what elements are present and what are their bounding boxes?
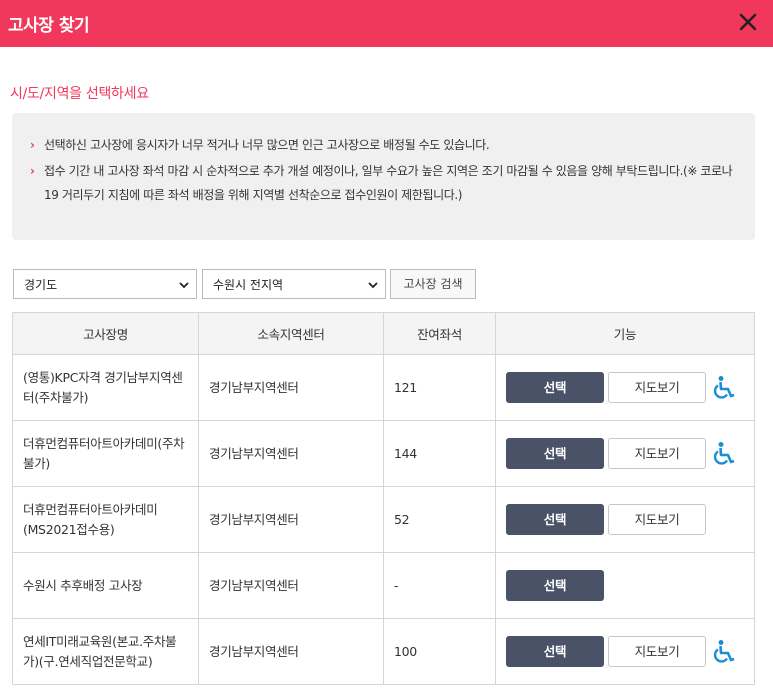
- header-seats: 잔여좌석: [384, 313, 496, 355]
- notice-item: › 접수 기간 내 고사장 좌석 마감 시 순차적으로 추가 개설 예정이나, …: [30, 159, 737, 207]
- select-button[interactable]: 선택: [506, 636, 604, 667]
- notice-text: 선택하신 고사장에 응시자가 너무 적거나 너무 많으면 인근 고사장으로 배정…: [44, 138, 490, 152]
- map-button[interactable]: 지도보기: [608, 438, 706, 469]
- wheelchair-icon: [713, 639, 735, 663]
- wheelchair-icon: [713, 441, 735, 465]
- site-seats: 121: [384, 355, 496, 421]
- site-name: 연세IT미래교육원(본교.주차불가)(구.연세직업전문학교): [13, 619, 199, 685]
- map-button[interactable]: 지도보기: [608, 636, 706, 667]
- site-center: 경기남부지역센터: [199, 619, 384, 685]
- chevron-right-icon: ›: [30, 164, 35, 178]
- map-button[interactable]: 지도보기: [608, 504, 706, 535]
- site-name: 더휴먼컴퓨터아트아카데미(주차불가): [13, 421, 199, 487]
- site-actions: 선택 지도보기: [496, 487, 755, 553]
- site-seats: 144: [384, 421, 496, 487]
- exam-site-table: 고사장명 소속지역센터 잔여좌석 기능 (영통)KPC자격 경기남부지역센터(주…: [12, 312, 755, 685]
- table-header: 고사장명 소속지역센터 잔여좌석 기능: [13, 313, 755, 355]
- select-button[interactable]: 선택: [506, 504, 604, 535]
- table-row: (영통)KPC자격 경기남부지역센터(주차불가) 경기남부지역센터 121 선택…: [13, 355, 755, 421]
- header-actions: 기능: [496, 313, 755, 355]
- site-center: 경기남부지역센터: [199, 553, 384, 619]
- select-button[interactable]: 선택: [506, 438, 604, 469]
- site-seats: 100: [384, 619, 496, 685]
- wheelchair-icon: [713, 375, 735, 399]
- city-value: 수원시 전지역: [213, 278, 284, 292]
- chevron-down-icon: [368, 282, 378, 289]
- section-subtitle: 시/도/지역을 선택하세요: [10, 86, 149, 102]
- modal-header: 고사장 찾기: [0, 0, 773, 47]
- site-actions: 선택 지도보기: [496, 421, 755, 487]
- site-actions: 선택: [496, 553, 755, 619]
- notice-box: › 선택하신 고사장에 응시자가 너무 적거나 너무 많으면 인근 고사장으로 …: [12, 113, 755, 240]
- site-name: (영통)KPC자격 경기남부지역센터(주차불가): [13, 355, 199, 421]
- site-center: 경기남부지역센터: [199, 421, 384, 487]
- city-select[interactable]: 수원시 전지역: [202, 269, 386, 299]
- province-value: 경기도: [24, 278, 58, 292]
- notice-item: › 선택하신 고사장에 응시자가 너무 적거나 너무 많으면 인근 고사장으로 …: [30, 133, 737, 157]
- site-seats: -: [384, 553, 496, 619]
- site-actions: 선택 지도보기: [496, 619, 755, 685]
- search-button[interactable]: 고사장 검색: [390, 269, 476, 299]
- notice-text: 접수 기간 내 고사장 좌석 마감 시 순차적으로 추가 개설 예정이나, 일부…: [44, 164, 733, 202]
- select-button[interactable]: 선택: [506, 570, 604, 601]
- select-button[interactable]: 선택: [506, 372, 604, 403]
- site-name: 더휴먼컴퓨터아트아카데미(MS2021접수용): [13, 487, 199, 553]
- table-row: 더휴먼컴퓨터아트아카데미(MS2021접수용) 경기남부지역센터 52 선택 지…: [13, 487, 755, 553]
- chevron-down-icon: [179, 282, 189, 289]
- province-select[interactable]: 경기도: [13, 269, 197, 299]
- site-seats: 52: [384, 487, 496, 553]
- map-button[interactable]: 지도보기: [608, 372, 706, 403]
- close-icon[interactable]: [735, 9, 761, 35]
- table-row: 연세IT미래교육원(본교.주차불가)(구.연세직업전문학교) 경기남부지역센터 …: [13, 619, 755, 685]
- site-center: 경기남부지역센터: [199, 355, 384, 421]
- site-name: 수원시 추후배정 고사장: [13, 553, 199, 619]
- site-actions: 선택 지도보기: [496, 355, 755, 421]
- table-row: 수원시 추후배정 고사장 경기남부지역센터 - 선택: [13, 553, 755, 619]
- header-center: 소속지역센터: [199, 313, 384, 355]
- chevron-right-icon: ›: [30, 138, 35, 152]
- table-row: 더휴먼컴퓨터아트아카데미(주차불가) 경기남부지역센터 144 선택 지도보기: [13, 421, 755, 487]
- header-name: 고사장명: [13, 313, 199, 355]
- modal-title: 고사장 찾기: [8, 16, 90, 36]
- site-center: 경기남부지역센터: [199, 487, 384, 553]
